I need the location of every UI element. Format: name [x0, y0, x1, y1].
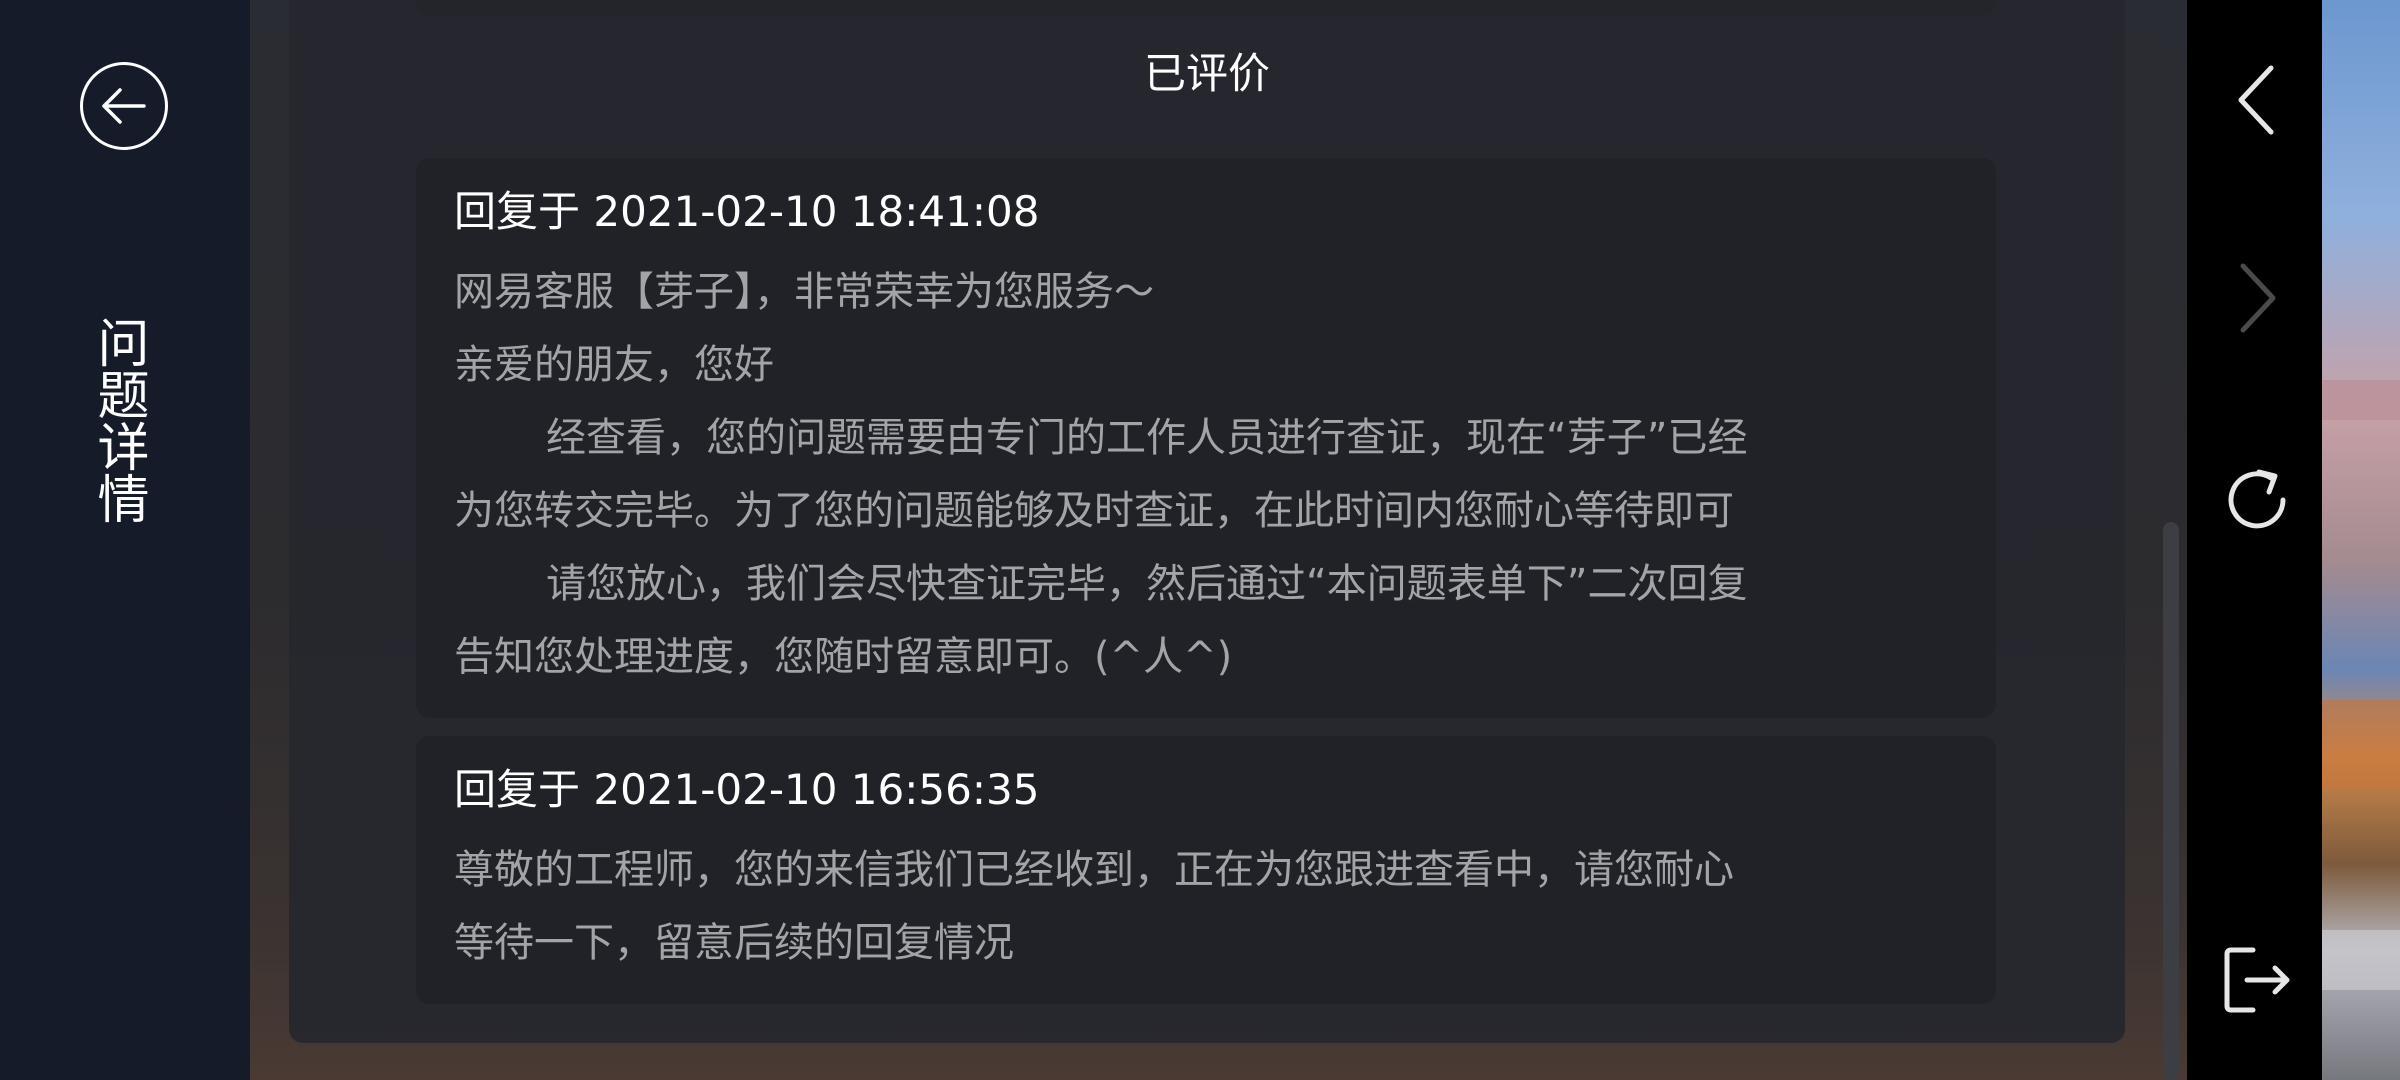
nav-forward-button[interactable] [2217, 258, 2297, 338]
reply-line: 尊敬的工程师，您的来信我们已经收到，正在为您跟进查看中，请您耐心 [454, 847, 1734, 893]
reply-card: 回复于 2021-02-10 16:56:35 尊敬的工程师，您的来信我们已经收… [416, 736, 1996, 1004]
reply-message: 网易客服【芽子】，非常荣幸为您服务～ 亲爱的朋友，您好 经查看，您的问题需要由专… [454, 256, 1956, 694]
previous-card-edge [416, 0, 1996, 16]
reply-line: 亲爱的朋友，您好 [454, 342, 774, 388]
game-scenery [2322, 380, 2400, 420]
exit-icon [2224, 947, 2290, 1013]
back-button[interactable] [80, 62, 168, 150]
evaluation-status-heading: 已评价 [1143, 49, 1270, 98]
sidebar: 问题详情 [0, 0, 250, 1080]
reply-line: 告知您处理进度，您随时留意即可。(^人^) [454, 634, 1233, 680]
reply-line: 经查看，您的问题需要由专门的工作人员进行查证，现在“芽子”已经 [546, 415, 1748, 461]
arrow-left-icon [102, 88, 146, 124]
reply-line: 为您转交完毕。为了您的问题能够及时查证，在此时间内您耐心等待即可 [454, 488, 1734, 534]
game-scenery [2322, 700, 2400, 790]
reply-message: 尊敬的工程师，您的来信我们已经收到，正在为您跟进查看中，请您耐心 等待一下，留意… [454, 834, 1956, 980]
game-scenery [2322, 930, 2400, 990]
scrollbar-thumb[interactable] [2163, 522, 2179, 1080]
app-screen: 问题详情 已评价 回复于 2021-02-10 18:41:08 网易客服【芽子… [0, 0, 2400, 1080]
nav-refresh-button[interactable] [2217, 460, 2297, 540]
reply-timestamp: 回复于 2021-02-10 16:56:35 [454, 765, 1040, 814]
sidebar-title: 问题详情 [88, 316, 148, 524]
nav-back-button[interactable] [2217, 60, 2297, 140]
game-view-edge [2322, 0, 2400, 1080]
browser-nav-bar [2187, 0, 2322, 1080]
refresh-icon [2228, 469, 2286, 529]
reply-line: 等待一下，留意后续的回复情况 [454, 920, 1014, 966]
reply-timestamp: 回复于 2021-02-10 18:41:08 [454, 187, 1040, 236]
nav-exit-button[interactable] [2217, 940, 2297, 1020]
question-detail-panel[interactable]: 已评价 回复于 2021-02-10 18:41:08 网易客服【芽子】，非常荣… [289, 0, 2125, 1043]
chevron-right-icon [2240, 263, 2276, 333]
reply-line: 网易客服【芽子】，非常荣幸为您服务～ [454, 269, 1154, 315]
chevron-left-icon [2238, 65, 2274, 135]
reply-line: 请您放心，我们会尽快查证完毕，然后通过“本问题表单下”二次回复 [546, 561, 1748, 607]
reply-card: 回复于 2021-02-10 18:41:08 网易客服【芽子】，非常荣幸为您服… [416, 158, 1996, 718]
